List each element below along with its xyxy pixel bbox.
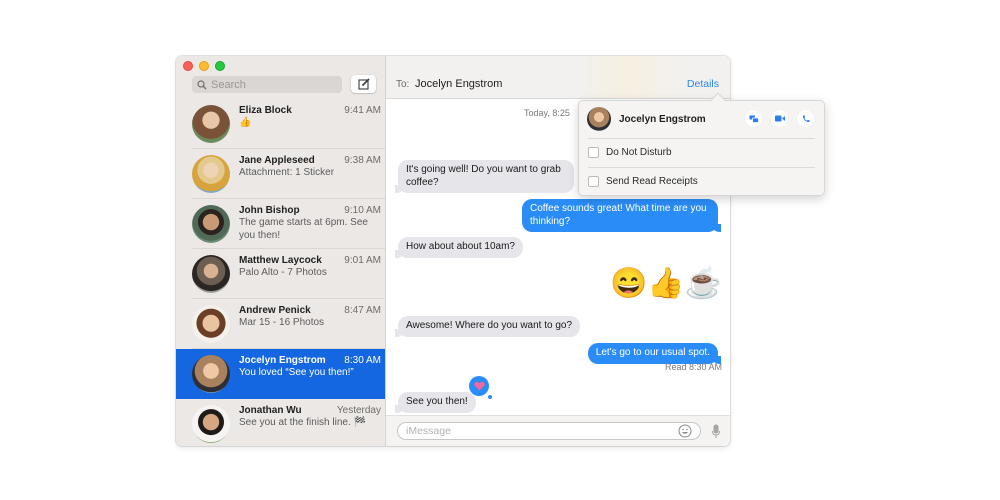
message-time: 8:30 AM <box>344 355 381 366</box>
message-bubble-incoming[interactable]: Awesome! Where do you want to go? <box>394 316 581 337</box>
send-read-receipts-checkbox[interactable] <box>588 176 599 187</box>
details-popover: Jocelyn Engstrom Do Not Disturb Send Rea… <box>578 100 825 196</box>
conversation-item[interactable]: John Bishop 9:10 AM The game starts at 6… <box>176 199 385 249</box>
screen-share-icon <box>749 115 759 123</box>
message-preview: You loved “See you then!” <box>239 367 354 378</box>
message-text: Awesome! Where do you want to go? <box>406 320 573 331</box>
contact-name: Andrew Penick <box>239 305 311 316</box>
contact-actions <box>745 110 814 127</box>
message-input[interactable]: iMessage <box>397 422 701 440</box>
tapback-heart[interactable] <box>469 376 492 399</box>
phone-call-button[interactable] <box>797 110 814 127</box>
message-text: How about about 10am? <box>406 241 515 252</box>
phone-icon <box>802 115 809 122</box>
avatar <box>192 305 230 343</box>
do-not-disturb-option[interactable]: Do Not Disturb <box>588 147 672 158</box>
video-camera-icon <box>774 115 785 122</box>
microphone-icon[interactable] <box>712 424 720 439</box>
chat-timestamp: Today, 8:25 <box>524 108 570 118</box>
message-time: 9:38 AM <box>344 155 381 166</box>
message-preview: 👍 <box>239 117 252 128</box>
conversation-list: Eliza Block 9:41 AM 👍 Jane Appleseed 9:3… <box>176 99 385 446</box>
message-preview: Mar 15 - 16 Photos <box>239 317 325 328</box>
avatar <box>192 355 230 393</box>
message-time: 9:10 AM <box>344 205 381 216</box>
divider <box>588 138 815 139</box>
avatar <box>192 155 230 193</box>
to-label: To: <box>396 79 410 90</box>
zoom-button[interactable] <box>215 61 225 71</box>
message-time: 9:41 AM <box>344 105 381 116</box>
message-preview: Attachment: 1 Sticker <box>239 167 335 178</box>
contact-avatar <box>587 107 611 131</box>
close-button[interactable] <box>183 61 193 71</box>
compose-icon <box>357 78 370 90</box>
conversation-item[interactable]: Jonathan Wu Yesterday See you at the fin… <box>176 399 385 446</box>
conversation-item[interactable]: Eliza Block 9:41 AM 👍 <box>176 99 385 149</box>
composer-bar: iMessage <box>386 415 730 446</box>
read-receipt: Read 8:30 AM <box>664 362 722 372</box>
message-text: See you then! <box>406 396 468 407</box>
message-preview: Palo Alto - 7 Photos <box>239 267 327 278</box>
avatar <box>192 405 230 443</box>
conversation-item-selected[interactable]: Jocelyn Engstrom 8:30 AM You loved “See … <box>176 349 385 399</box>
emoji-message[interactable]: 😄👍☕ <box>610 266 722 301</box>
message-text: It's going well! Do you want to grab cof… <box>406 164 561 188</box>
message-time: 8:47 AM <box>344 305 381 316</box>
window-controls <box>183 61 225 71</box>
message-bubble-incoming[interactable]: It's going well! Do you want to grab cof… <box>395 160 574 193</box>
contact-name: Jocelyn Engstrom <box>239 355 326 366</box>
chat-header: To: Jocelyn Engstrom Details <box>386 56 730 99</box>
message-text: Coffee sounds great! What time are you t… <box>530 203 707 227</box>
message-time: 9:01 AM <box>344 255 381 266</box>
send-read-receipts-label: Send Read Receipts <box>606 176 698 187</box>
recipient-name[interactable]: Jocelyn Engstrom <box>415 78 502 90</box>
emoji-text: 😄👍☕ <box>609 267 722 300</box>
avatar <box>192 205 230 243</box>
message-bubble-outgoing[interactable]: Let's go to our usual spot. <box>587 343 722 364</box>
search-placeholder: Search <box>211 78 246 91</box>
screen-share-button[interactable] <box>745 110 762 127</box>
do-not-disturb-label: Do Not Disturb <box>606 147 672 158</box>
message-text: Let's go to our usual spot. <box>595 347 710 358</box>
message-time: Yesterday <box>336 405 381 416</box>
message-bubble-incoming[interactable]: See you then! <box>395 392 476 413</box>
do-not-disturb-checkbox[interactable] <box>588 147 599 158</box>
message-preview: The game starts at 6pm. See you then! <box>239 217 368 241</box>
search-icon <box>197 79 207 89</box>
avatar <box>192 105 230 143</box>
conversation-item[interactable]: Matthew Laycock 9:01 AM Palo Alto - 7 Ph… <box>176 249 385 299</box>
message-input-placeholder: iMessage <box>406 425 451 437</box>
contact-name: Eliza Block <box>239 105 292 116</box>
conversation-item[interactable]: Andrew Penick 8:47 AM Mar 15 - 16 Photos <box>176 299 385 349</box>
contact-name: Jane Appleseed <box>239 155 315 166</box>
message-bubble-incoming[interactable]: How about about 10am? <box>395 237 523 258</box>
search-input[interactable]: Search <box>192 76 342 93</box>
contact-name: Jocelyn Engstrom <box>619 114 706 125</box>
contact-name: Matthew Laycock <box>239 255 322 266</box>
message-bubble-outgoing[interactable]: Coffee sounds great! What time are you t… <box>522 199 721 232</box>
emoji-picker-icon[interactable] <box>678 424 692 438</box>
contact-name: Jonathan Wu <box>239 405 302 416</box>
heart-icon <box>473 381 485 391</box>
minimize-button[interactable] <box>199 61 209 71</box>
details-button[interactable]: Details <box>687 78 719 90</box>
message-preview: See you at the finish line. 🏁 <box>239 417 366 428</box>
contact-name: John Bishop <box>239 205 300 216</box>
video-call-button[interactable] <box>771 110 788 127</box>
conversation-item[interactable]: Jane Appleseed 9:38 AM Attachment: 1 Sti… <box>176 149 385 199</box>
divider <box>588 167 815 168</box>
avatar <box>192 255 230 293</box>
sidebar: Search Eliza Block 9:41 AM 👍 Jane Apples… <box>176 56 386 446</box>
compose-button[interactable] <box>351 75 376 93</box>
send-read-receipts-option[interactable]: Send Read Receipts <box>588 176 698 187</box>
